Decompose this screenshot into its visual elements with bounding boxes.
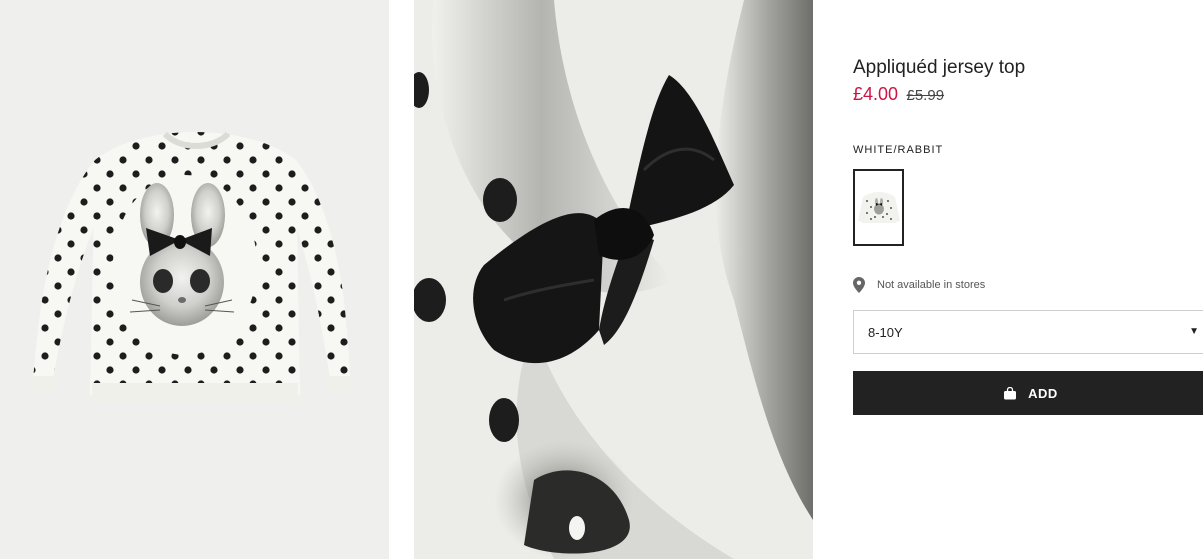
original-price: £5.99 bbox=[906, 87, 945, 104]
product-image-detail[interactable] bbox=[414, 0, 813, 559]
map-pin-icon bbox=[853, 277, 865, 293]
swatch-thumbnail bbox=[855, 171, 902, 244]
product-image-main[interactable] bbox=[0, 0, 389, 559]
color-swatch-white-rabbit[interactable] bbox=[853, 169, 904, 246]
store-availability: Not available in stores bbox=[853, 276, 985, 294]
sale-price: £4.00 bbox=[853, 84, 899, 104]
size-select[interactable]: 8-10Y ▼ bbox=[853, 310, 1203, 354]
bow-closeup-illustration bbox=[414, 0, 813, 559]
add-button-label: ADD bbox=[1028, 385, 1058, 401]
size-selected-value: 8-10Y bbox=[868, 324, 903, 340]
product-info-panel: Appliquéd jersey top £4.00 £5.99 WHITE/R… bbox=[853, 0, 1203, 559]
price-block: £4.00 £5.99 bbox=[853, 84, 944, 105]
sweater-illustration bbox=[32, 131, 352, 403]
add-to-bag-button[interactable]: ADD bbox=[853, 371, 1203, 415]
store-availability-text: Not available in stores bbox=[877, 279, 986, 291]
shopping-bag-icon bbox=[1004, 386, 1017, 399]
product-title: Appliquéd jersey top bbox=[853, 57, 1026, 78]
chevron-down-icon: ▼ bbox=[1189, 326, 1199, 337]
color-name-label: WHITE/RABBIT bbox=[853, 144, 944, 156]
